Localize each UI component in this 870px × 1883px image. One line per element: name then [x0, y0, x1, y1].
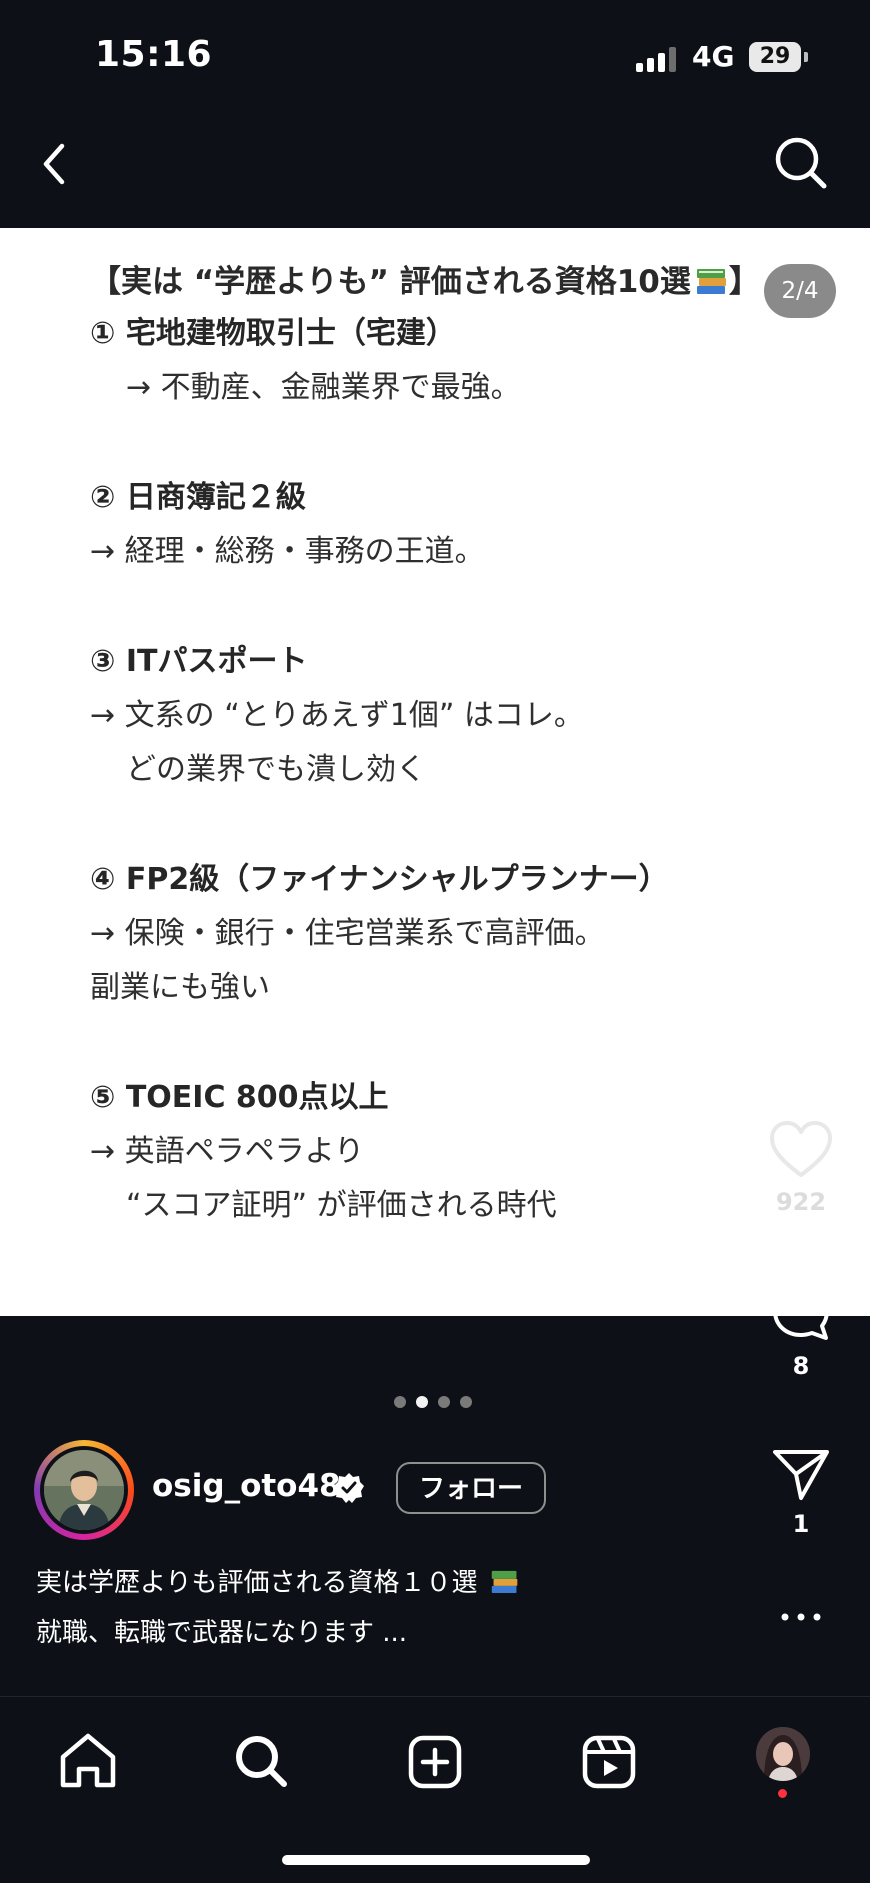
- caption-text: 実は学歴よりも評価される資格１０選: [36, 1568, 478, 1598]
- carousel-dots: [394, 1396, 476, 1410]
- notification-dot: [778, 1789, 787, 1798]
- search-button[interactable]: [768, 130, 834, 196]
- carousel-dot-active: [416, 1396, 428, 1408]
- author-avatar[interactable]: [34, 1440, 134, 1540]
- network-label: 4G: [692, 40, 735, 73]
- avatar-portrait-icon: [44, 1450, 124, 1530]
- post-title-end: 】: [728, 264, 760, 300]
- search-icon: [236, 1736, 287, 1787]
- verified-badge-icon: [334, 1473, 364, 1503]
- comment-icon: [773, 1285, 829, 1340]
- carousel-dot: [438, 1396, 450, 1408]
- like-button[interactable]: 922: [766, 1120, 836, 1216]
- item-line: → 英語ペラペラより: [90, 1134, 365, 1169]
- top-nav: [0, 110, 870, 228]
- page-indicator: 2/4: [764, 264, 836, 318]
- send-icon: [773, 1450, 829, 1500]
- tab-home[interactable]: [53, 1727, 123, 1797]
- author-username[interactable]: osig_oto48: [152, 1468, 341, 1504]
- item-line: “スコア証明” が評価される時代: [126, 1188, 557, 1223]
- item-heading: ⑤ TOEIC 800点以上: [90, 1080, 389, 1115]
- carousel-dot: [460, 1396, 472, 1408]
- books-emoji-icon: [696, 269, 726, 294]
- follow-button[interactable]: フォロー: [396, 1462, 546, 1514]
- profile-avatar-icon: [756, 1727, 810, 1781]
- item-line: どの業界でも潰し効く: [126, 752, 426, 787]
- item-heading: ① 宅地建物取引士（宅建）: [90, 316, 456, 351]
- post-title-text: 【実は “学歴よりも” 評価される資格10選: [90, 264, 691, 300]
- item-heading: ② 日商簿記２級: [90, 480, 306, 515]
- tab-explore[interactable]: [226, 1727, 296, 1797]
- comment-button[interactable]: 8: [766, 1282, 836, 1380]
- books-emoji-icon: [491, 1570, 518, 1593]
- avatar: [44, 1450, 124, 1530]
- item-heading: ④ FP2級（ファイナンシャルプランナー）: [90, 862, 669, 897]
- more-icon: [781, 1613, 821, 1621]
- heart-icon: [770, 1121, 832, 1177]
- signal-icon: [636, 46, 680, 72]
- item-line: → 文系の “とりあえず1個” はコレ。: [90, 698, 584, 733]
- item-line: → 経理・総務・事務の王道。: [90, 534, 485, 569]
- item-line: → 不動産、金融業界で最強。: [126, 370, 521, 405]
- item-line: 副業にも強い: [90, 970, 270, 1005]
- caption-line-2[interactable]: 就職、転職で武器になります ...: [36, 1612, 407, 1649]
- carousel-dot: [394, 1396, 406, 1408]
- battery-tip: [804, 52, 808, 62]
- tab-create[interactable]: [400, 1727, 470, 1797]
- caption-line-1[interactable]: 実は学歴よりも評価される資格１０選: [36, 1562, 520, 1599]
- home-indicator: [282, 1855, 590, 1865]
- chevron-left-icon: [43, 143, 65, 185]
- item-line: → 保険・銀行・住宅営業系で高評価。: [90, 916, 605, 951]
- post-title: 【実は “学歴よりも” 評価される資格10選 】: [90, 256, 760, 301]
- share-count: 1: [792, 1510, 810, 1538]
- search-icon: [775, 137, 827, 189]
- like-count: 922: [775, 1188, 827, 1216]
- tab-reels[interactable]: [574, 1727, 644, 1797]
- more-button[interactable]: [766, 1610, 836, 1624]
- reels-icon: [582, 1735, 636, 1789]
- home-icon: [60, 1733, 116, 1788]
- status-bar: 15:16 4G 29: [0, 0, 870, 110]
- share-button[interactable]: 1: [766, 1446, 836, 1538]
- battery-icon: 29: [749, 42, 801, 72]
- status-time: 15:16: [95, 34, 213, 75]
- tab-profile[interactable]: [756, 1727, 810, 1781]
- plus-square-icon: [408, 1735, 462, 1789]
- post-image[interactable]: 【実は “学歴よりも” 評価される資格10選 】 2/4 ① 宅地建物取引士（宅…: [0, 228, 870, 1316]
- back-button[interactable]: [32, 134, 92, 194]
- item-heading: ③ ITパスポート: [90, 644, 308, 679]
- comment-count: 8: [792, 1352, 810, 1380]
